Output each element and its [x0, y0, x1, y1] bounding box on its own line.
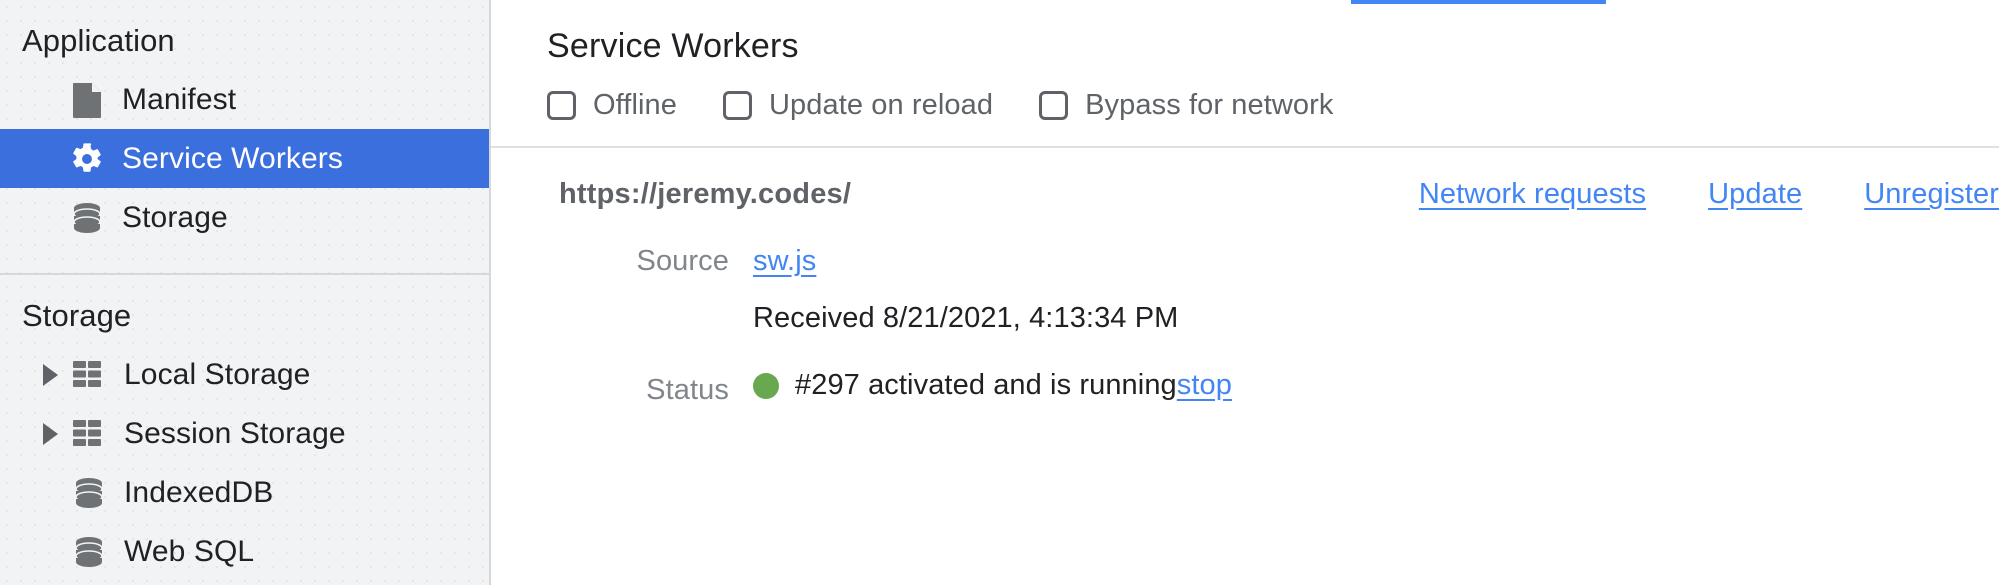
option-bypass-for-network[interactable]: Bypass for network [1039, 89, 1334, 122]
sidebar-item-storage[interactable]: Storage [0, 188, 489, 247]
option-offline[interactable]: Offline [547, 89, 677, 122]
sidebar-item-label: Service Workers [122, 141, 343, 175]
sidebar-item-manifest[interactable]: Manifest [0, 70, 489, 129]
active-tab-indicator [1351, 0, 1606, 4]
sidebar-item-label: Local Storage [124, 357, 311, 391]
source-value: sw.js [753, 245, 816, 278]
sidebar-section-application: Application Manifest Service Workers Sto… [0, 0, 489, 247]
sidebar-section-title-application: Application [22, 23, 175, 58]
status-text: #297 activated and is running [795, 369, 1177, 402]
sidebar-item-session-storage[interactable]: Session Storage [0, 404, 489, 463]
source-file-link[interactable]: sw.js [753, 245, 816, 278]
database-icon [70, 533, 108, 571]
sidebar-item-web-sql[interactable]: Web SQL [0, 522, 489, 581]
source-label: Source [636, 245, 729, 278]
table-grid-icon [70, 415, 108, 453]
database-icon [68, 199, 106, 237]
devtools-application-panel: Application Manifest Service Workers Sto… [0, 0, 1999, 585]
sidebar-item-label: Manifest [122, 82, 237, 116]
sidebar-item-label: Web SQL [124, 534, 255, 568]
service-workers-header: Service Workers Offline Update on reload… [491, 0, 1999, 122]
registration-actions: Network requests Update Unregister [1419, 178, 1999, 211]
sidebar-item-label: IndexedDB [124, 475, 274, 509]
received-row: Received 8/21/2021, 4:13:34 PM [491, 302, 1999, 335]
status-label: Status [646, 373, 729, 406]
page-title: Service Workers [547, 27, 799, 65]
table-grid-icon [70, 356, 108, 394]
sidebar-section-title-storage: Storage [22, 298, 132, 334]
service-worker-options: Offline Update on reload Bypass for netw… [547, 89, 1999, 122]
network-requests-link[interactable]: Network requests [1419, 178, 1646, 211]
option-label: Bypass for network [1085, 89, 1334, 122]
status-value: #297 activated and is running stop [753, 369, 1232, 402]
stop-link[interactable]: stop [1177, 369, 1232, 402]
registration-header: https://jeremy.codes/ Network requests U… [491, 178, 1999, 211]
registration-scope-url: https://jeremy.codes/ [559, 178, 852, 211]
option-update-on-reload[interactable]: Update on reload [723, 89, 994, 122]
unregister-link[interactable]: Unregister [1864, 178, 1999, 211]
sidebar-item-label: Session Storage [124, 416, 346, 450]
main-panel: Service Workers Offline Update on reload… [491, 0, 1999, 585]
update-on-reload-checkbox[interactable] [723, 91, 752, 121]
option-label: Offline [593, 89, 677, 122]
sidebar: Application Manifest Service Workers Sto… [0, 0, 491, 585]
source-row: Source sw.js [491, 245, 1999, 278]
status-indicator-dot [753, 372, 779, 399]
status-row: Status #297 activated and is running sto… [491, 369, 1999, 407]
chevron-right-icon[interactable] [36, 417, 64, 451]
sidebar-item-local-storage[interactable]: Local Storage [0, 345, 489, 404]
chevron-right-icon[interactable] [36, 358, 64, 392]
service-worker-registration: https://jeremy.codes/ Network requests U… [491, 148, 1999, 407]
sidebar-item-indexeddb[interactable]: IndexedDB [0, 463, 489, 522]
update-link[interactable]: Update [1708, 178, 1802, 211]
bypass-for-network-checkbox[interactable] [1039, 91, 1069, 121]
gear-icon [68, 140, 106, 178]
document-icon [68, 81, 106, 119]
sidebar-item-service-workers[interactable]: Service Workers [0, 129, 489, 189]
sidebar-section-storage: Storage Local Storage Session Storage In… [0, 275, 489, 581]
database-icon [70, 474, 108, 512]
offline-checkbox[interactable] [547, 91, 576, 121]
option-label: Update on reload [769, 89, 994, 122]
sidebar-item-label: Storage [122, 200, 228, 234]
received-timestamp: Received 8/21/2021, 4:13:34 PM [753, 302, 1179, 335]
